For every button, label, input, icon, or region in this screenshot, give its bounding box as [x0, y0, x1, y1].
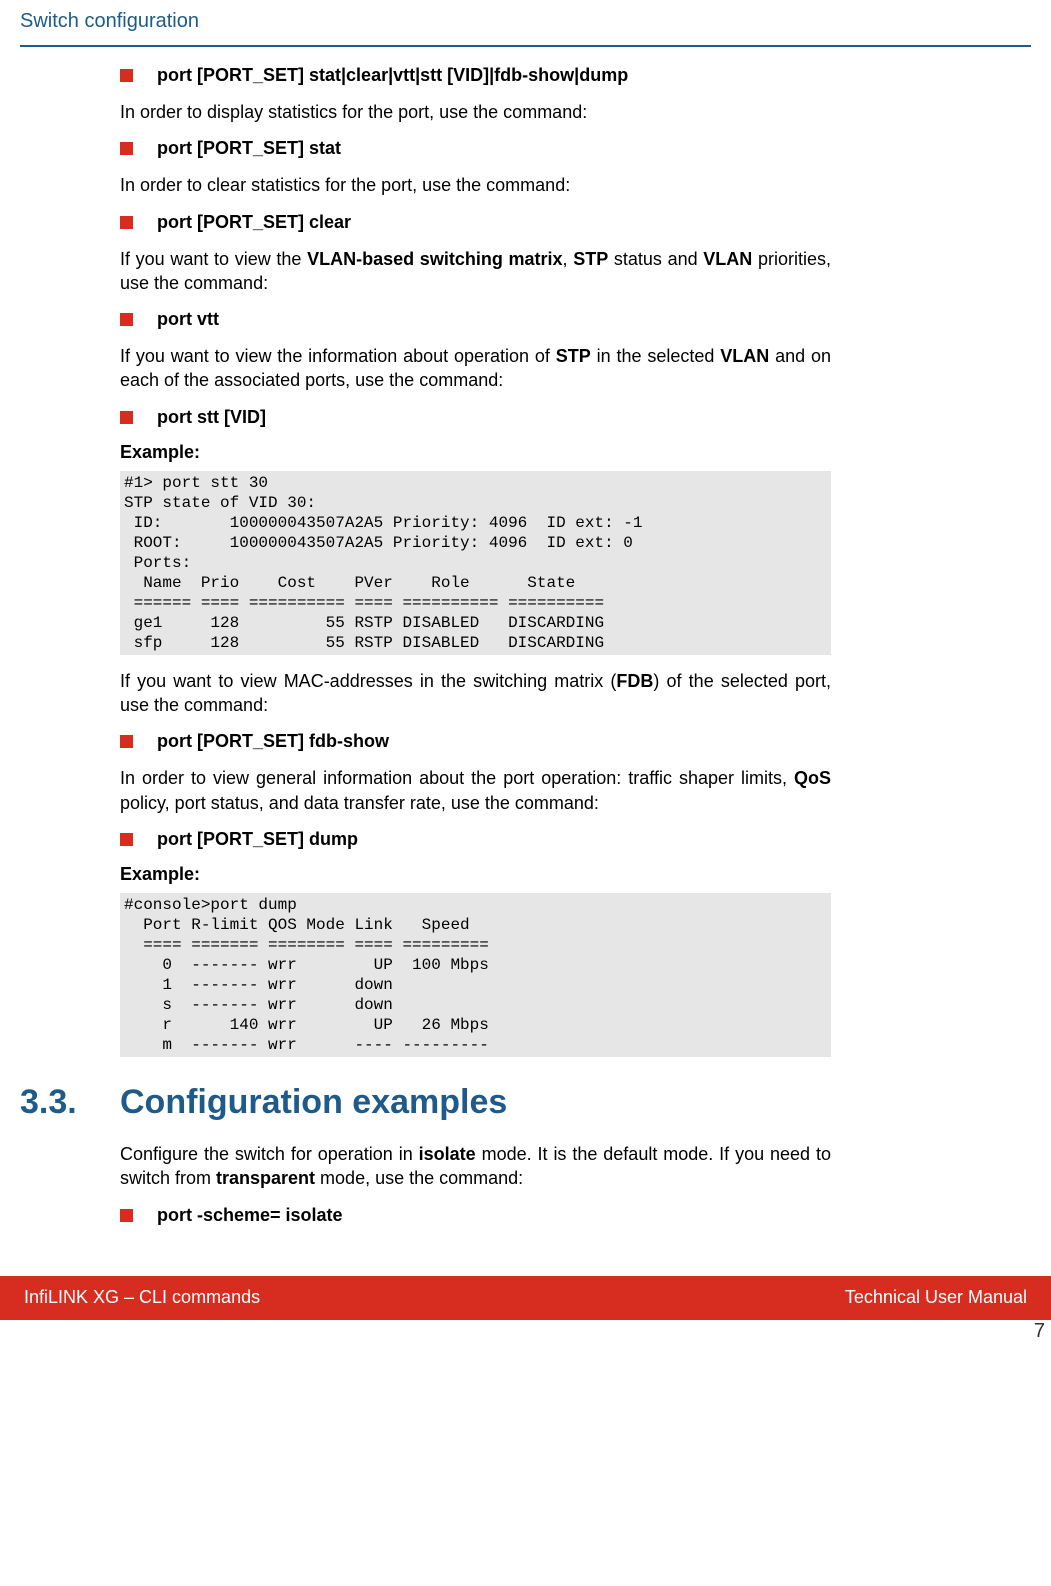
command-text: port stt [VID] — [157, 407, 266, 428]
command-text: port [PORT_SET] fdb-show — [157, 731, 389, 752]
code-example: #console>port dump Port R-limit QOS Mode… — [120, 893, 831, 1057]
bold-term: transparent — [216, 1168, 315, 1188]
bold-term: VLAN-based switching matrix — [307, 249, 562, 269]
text-span: status and — [608, 249, 703, 269]
paragraph: Configure the switch for operation in is… — [120, 1142, 831, 1191]
bold-term: FDB — [616, 671, 653, 691]
section-number: 3.3. — [20, 1083, 120, 1122]
footer-left: InfiLINK XG – CLI commands — [24, 1287, 260, 1308]
bold-term: QoS — [794, 768, 831, 788]
bullet-icon — [120, 833, 133, 846]
text-span: mode, use the command: — [315, 1168, 523, 1188]
bullet-icon — [120, 735, 133, 748]
bullet-icon — [120, 313, 133, 326]
bold-term: VLAN — [703, 249, 752, 269]
paragraph: In order to clear statistics for the por… — [120, 173, 831, 197]
footer-right: Technical User Manual — [845, 1287, 1027, 1308]
command-text: port vtt — [157, 309, 219, 330]
paragraph: If you want to view MAC-addresses in the… — [120, 669, 831, 718]
text-span: policy, port status, and data transfer r… — [120, 793, 599, 813]
paragraph: If you want to view the VLAN-based switc… — [120, 247, 831, 296]
bold-term: VLAN — [720, 346, 769, 366]
section-title: Configuration examples — [120, 1083, 507, 1121]
page-number: 7 — [1034, 1320, 1045, 1343]
paragraph: If you want to view the information abou… — [120, 344, 831, 393]
bold-term: STP — [556, 346, 591, 366]
command-text: port [PORT_SET] dump — [157, 829, 358, 850]
section-heading: 3.3.Configuration examples — [120, 1083, 831, 1122]
paragraph: In order to display statistics for the p… — [120, 100, 831, 124]
text-span: In order to view general information abo… — [120, 768, 794, 788]
text-span: If you want to view MAC-addresses in the… — [120, 671, 616, 691]
bullet-icon — [120, 69, 133, 82]
text-span: If you want to view the information abou… — [120, 346, 556, 366]
example-label: Example: — [120, 442, 831, 463]
command-text: port [PORT_SET] stat — [157, 138, 341, 159]
bullet-icon — [120, 216, 133, 229]
command-text: port [PORT_SET] clear — [157, 212, 351, 233]
header-rule — [20, 45, 1031, 47]
bullet-icon — [120, 411, 133, 424]
bullet-icon — [120, 142, 133, 155]
paragraph: In order to view general information abo… — [120, 766, 831, 815]
text-span: , — [563, 249, 574, 269]
text-span: in the selected — [591, 346, 720, 366]
text-span: If you want to view the — [120, 249, 307, 269]
bold-term: STP — [573, 249, 608, 269]
bold-term: isolate — [419, 1144, 476, 1164]
bullet-icon — [120, 1209, 133, 1222]
code-example: #1> port stt 30 STP state of VID 30: ID:… — [120, 471, 831, 655]
command-text: port [PORT_SET] stat|clear|vtt|stt [VID]… — [157, 65, 628, 86]
page-footer: InfiLINK XG – CLI commands Technical Use… — [0, 1276, 1051, 1320]
example-label: Example: — [120, 864, 831, 885]
command-text: port -scheme= isolate — [157, 1205, 343, 1226]
page-header-title: Switch configuration — [20, 10, 1031, 45]
text-span: Configure the switch for operation in — [120, 1144, 419, 1164]
